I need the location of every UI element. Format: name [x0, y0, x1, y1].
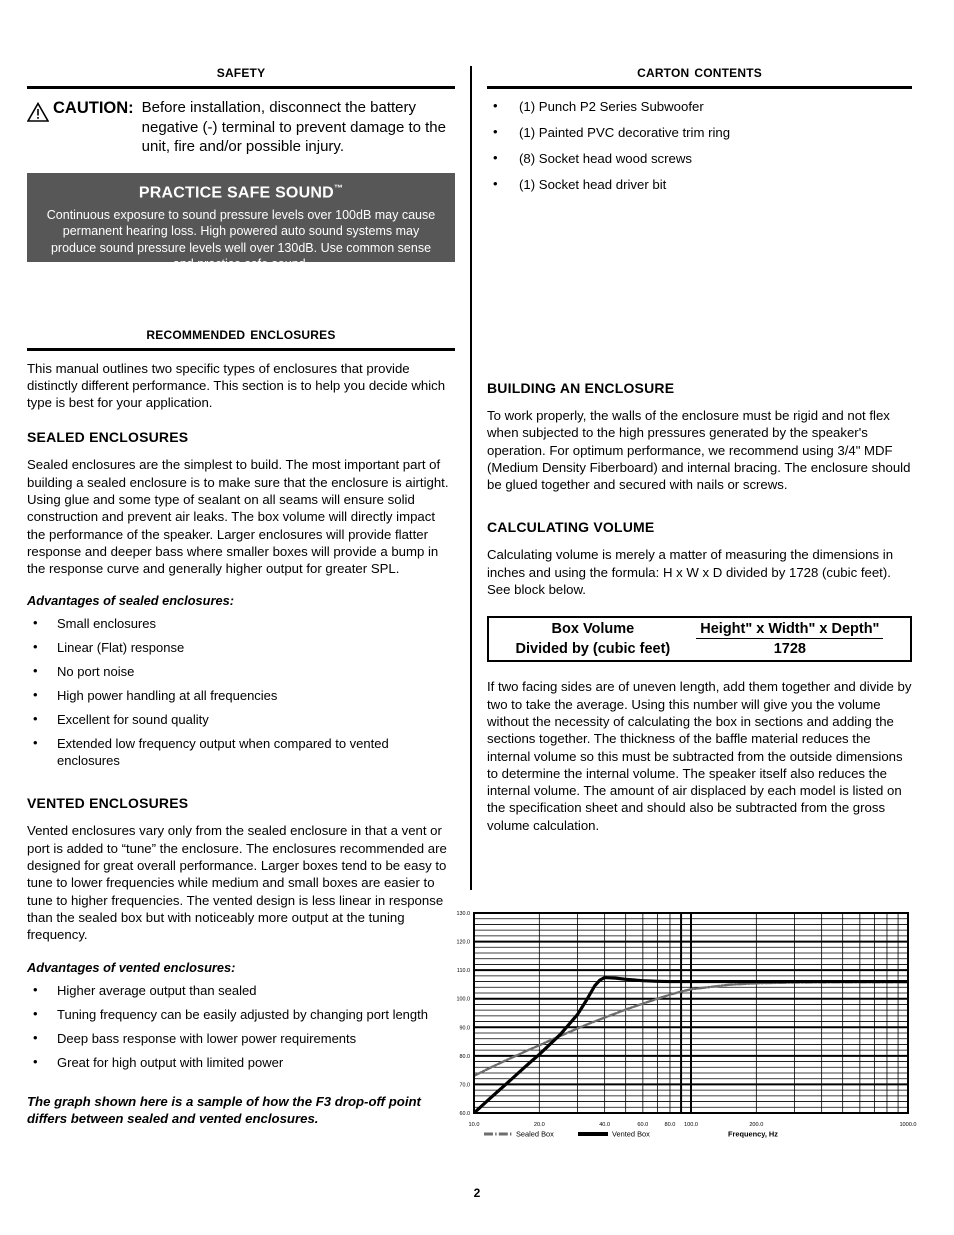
graph-caption: The graph shown here is a sample of how …	[27, 1093, 421, 1127]
list-item: No port noise	[27, 662, 455, 680]
formula-numerator-text: Height" x Width" x Depth"	[700, 620, 880, 637]
practice-safe-sound-title-text: PRACTICE SAFE SOUND	[138, 183, 334, 201]
formula-label-line2: Divided by (cubic feet)	[515, 640, 671, 657]
frequency-response-chart: 60.0 70.0 80.0 90.0 100.0 110.0 120.0 130.0 10.…	[432, 905, 922, 1150]
document-page: Safety CAUTION: Before installation, dis…	[0, 0, 954, 1235]
caution-label: CAUTION:	[53, 99, 134, 117]
column-divider	[470, 66, 472, 890]
list-item: (1) Painted PVC decorative trim ring	[487, 123, 912, 141]
caution-text: Before installation, disconnect the batt…	[141, 99, 446, 155]
carton-contents-rule	[487, 86, 912, 89]
formula-numerator: Height" x Width" x Depth"	[696, 620, 884, 639]
chart-xtick-label: 20.0	[534, 1122, 545, 1128]
chart-ytick-label: 120.0	[457, 940, 471, 946]
list-item: Higher average output than sealed	[27, 981, 455, 999]
vented-advantages-list: Higher average output than sealed Tuning…	[27, 981, 455, 1071]
list-item: Linear (Flat) response	[27, 638, 455, 656]
chart-xtick-label: 40.0	[599, 1122, 610, 1128]
recommended-enclosures-heading: Recommended Enclosures	[146, 323, 336, 343]
list-item: Deep bass response with lower power requ…	[27, 1029, 455, 1047]
list-item: (1) Punch P2 Series Subwoofer	[487, 97, 912, 115]
calculating-volume-paragraph: Calculating volume is merely a matter of…	[487, 547, 894, 598]
chart-xtick-label: 80.0	[665, 1122, 676, 1128]
chart-xtick-label: 10.0	[469, 1122, 480, 1128]
page-number: 2	[473, 1186, 481, 1200]
formula-fraction: Height" x Width" x Depth" 1728	[696, 620, 884, 657]
practice-safe-sound-box: PRACTICE SAFE SOUND™ Continuous exposure…	[27, 172, 455, 271]
recommended-enclosures-rule	[27, 347, 455, 351]
formula-denominator: 1728	[773, 640, 806, 657]
sealed-enclosures-paragraph: Sealed enclosures are the simplest to bu…	[27, 457, 449, 577]
frequency-response-chart-svg: 60.0 70.0 80.0 90.0 100.0 110.0 120.0 130.0 10.…	[457, 911, 917, 1139]
safety-heading-rule	[27, 86, 455, 89]
vented-enclosures-title: VENTED ENCLOSURES	[27, 795, 189, 812]
list-item: Excellent for sound quality	[27, 710, 455, 728]
chart-xaxis-title: Frequency, Hz	[728, 1130, 778, 1139]
chart-xtick-label: 100.0	[684, 1122, 698, 1128]
chart-ytick-label: 110.0	[457, 968, 470, 974]
calculating-volume-title: CALCULATING VOLUME	[487, 519, 655, 536]
sealed-enclosures-title: SEALED ENCLOSURES	[27, 429, 189, 446]
chart-xtick-label: 200.0	[749, 1122, 763, 1128]
legend-sealed-label: Sealed Box	[516, 1130, 554, 1139]
warning-triangle-icon	[26, 101, 50, 122]
list-item: Extended low frequency output when compa…	[27, 734, 455, 769]
chart-xtick-label: 60.0	[637, 1122, 648, 1128]
vented-enclosures-paragraph: Vented enclosures vary only from the sea…	[27, 823, 447, 943]
chart-ytick-label: 130.0	[457, 911, 471, 917]
list-item: (8) Socket head wood screws	[487, 149, 912, 167]
list-item: (1) Socket head driver bit	[487, 175, 912, 193]
chart-legend: Sealed Box Vented Box Frequency, Hz	[484, 1130, 778, 1139]
chart-ytick-label: 90.0	[460, 1025, 471, 1031]
box-volume-formula: Box Volume Divided by (cubic feet) Heigh…	[487, 616, 912, 663]
chart-ytick-label: 70.0	[460, 1082, 471, 1088]
chart-ytick-label: 80.0	[460, 1054, 471, 1060]
vented-advantages-label: Advantages of vented enclosures:	[27, 959, 236, 975]
list-item: High power handling at all frequencies	[27, 686, 455, 704]
list-item: Small enclosures	[27, 614, 455, 632]
chart-xtick-label: 1000.0	[899, 1122, 916, 1128]
legend-vented-label: Vented Box	[612, 1130, 650, 1139]
carton-contents-list: (1) Punch P2 Series Subwoofer (1) Painte…	[487, 97, 912, 193]
left-column: Safety CAUTION: Before installation, dis…	[26, 62, 455, 1128]
right-column: Carton Contents (1) Punch P2 Series Subw…	[487, 62, 912, 848]
list-item: Tuning frequency can be easily adjusted …	[27, 1005, 455, 1023]
trademark-icon: ™	[333, 182, 344, 193]
formula-label-line1: Box Volume	[551, 620, 635, 637]
building-enclosure-paragraph: To work properly, the walls of the enclo…	[487, 408, 911, 493]
caution-block: CAUTION: Before installation, disconnect…	[26, 98, 455, 157]
list-item: Great for high output with limited power	[27, 1053, 455, 1071]
building-enclosure-title: BUILDING AN ENCLOSURE	[487, 380, 675, 396]
chart-ytick-labels: 60.0 70.0 80.0 90.0 100.0 110.0 120.0 130.0	[457, 911, 471, 1117]
chart-ytick-label: 100.0	[457, 997, 471, 1003]
formula-label: Box Volume Divided by (cubic feet)	[516, 619, 671, 659]
sealed-advantages-label: Advantages of sealed enclosures:	[27, 593, 234, 609]
sealed-advantages-list: Small enclosures Linear (Flat) response …	[27, 614, 455, 769]
chart-xtick-labels: 10.0 20.0 40.0 60.0 80.0 100.0 200.0 1000.0	[469, 1122, 917, 1128]
calculating-volume-paragraph-2: If two facing sides are of uneven length…	[487, 679, 912, 833]
recommended-intro-paragraph: This manual outlines two specific types …	[27, 360, 446, 411]
carton-contents-heading: Carton Contents	[637, 62, 762, 81]
safety-heading: Safety	[216, 62, 266, 81]
chart-ytick-label: 60.0	[460, 1111, 471, 1117]
practice-safe-sound-title: PRACTICE SAFE SOUND™	[43, 183, 439, 202]
